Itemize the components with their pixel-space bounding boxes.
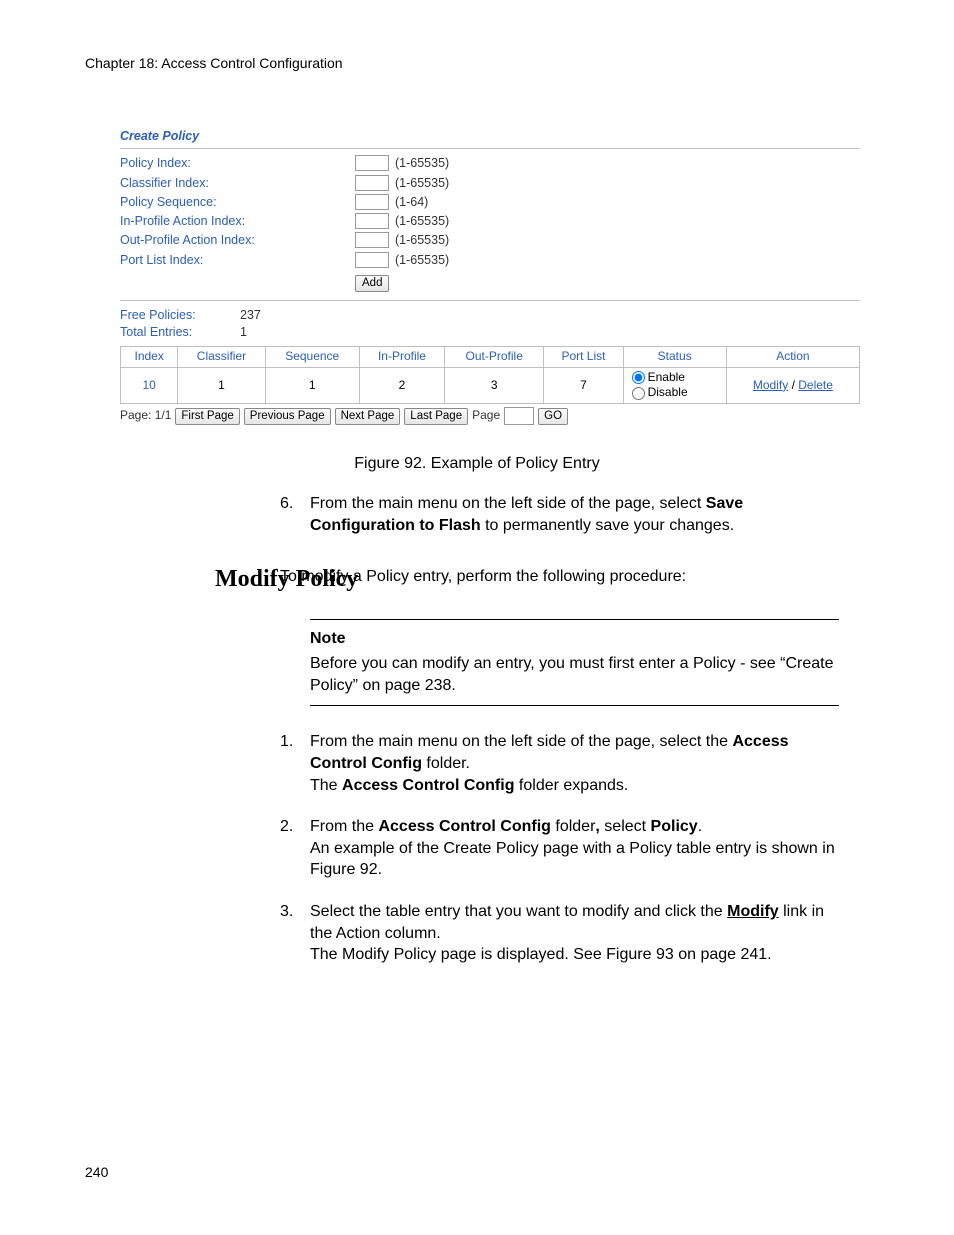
table-header-cell: Action — [726, 347, 859, 368]
cell-classifier: 1 — [178, 367, 265, 403]
cell-status: Enable Disable — [623, 367, 726, 403]
table-header-cell: Sequence — [265, 347, 359, 368]
page-input[interactable] — [504, 407, 534, 425]
step-number: 2. — [280, 816, 310, 881]
form-row: Policy Sequence: (1-64) — [120, 194, 860, 210]
field-input[interactable] — [355, 213, 389, 229]
table-header-cell: Status — [623, 347, 726, 368]
step-number: 1. — [280, 731, 310, 796]
cell-port-list: 7 — [544, 367, 623, 403]
table-header-cell: Classifier — [178, 347, 265, 368]
note-body: Before you can modify an entry, you must… — [310, 653, 839, 698]
form-row: In-Profile Action Index: (1-65535) — [120, 213, 860, 229]
page-word: Page — [472, 408, 500, 424]
next-page-button[interactable]: Next Page — [335, 408, 401, 425]
form-row: Port List Index: (1-65535) — [120, 252, 860, 268]
page-number: 240 — [85, 1164, 108, 1180]
step-text: From the main menu on the left side of t… — [310, 493, 849, 536]
policy-table: IndexClassifierSequenceIn-ProfileOut-Pro… — [120, 346, 860, 404]
go-button[interactable]: GO — [538, 408, 568, 425]
step-text: From the Access Control Config folder, s… — [310, 816, 849, 881]
field-label: Port List Index: — [120, 252, 355, 268]
field-range: (1-65535) — [395, 175, 449, 191]
delete-link[interactable]: Delete — [798, 378, 833, 392]
form-row: Out-Profile Action Index: (1-65535) — [120, 232, 860, 248]
step-text: From the main menu on the left side of t… — [310, 731, 849, 796]
panel-title: Create Policy — [120, 126, 860, 149]
form-row: Policy Index: (1-65535) — [120, 155, 860, 171]
divider — [120, 300, 860, 301]
field-input[interactable] — [355, 194, 389, 210]
last-page-button[interactable]: Last Page — [404, 408, 468, 425]
page-indicator: Page: 1/1 — [120, 408, 171, 424]
field-label: Policy Sequence: — [120, 194, 355, 210]
field-label: Policy Index: — [120, 155, 355, 171]
field-range: (1-65535) — [395, 155, 449, 171]
field-label: In-Profile Action Index: — [120, 213, 355, 229]
cell-out-profile: 3 — [445, 367, 544, 403]
step-text: Select the table entry that you want to … — [310, 901, 849, 966]
status-enable-radio[interactable] — [632, 371, 645, 384]
field-input[interactable] — [355, 232, 389, 248]
field-label: Out-Profile Action Index: — [120, 232, 355, 248]
table-header-cell: Index — [121, 347, 178, 368]
status-disable-radio[interactable] — [632, 387, 645, 400]
modify-link[interactable]: Modify — [753, 378, 788, 392]
chapter-header: Chapter 18: Access Control Configuration — [85, 55, 869, 71]
modify-underlined: Modify — [727, 903, 779, 920]
total-entries-value: 1 — [240, 324, 247, 340]
table-header-row: IndexClassifierSequenceIn-ProfileOut-Pro… — [121, 347, 860, 368]
field-range: (1-65535) — [395, 213, 449, 229]
note-block: Note Before you can modify an entry, you… — [310, 619, 839, 706]
field-range: (1-65535) — [395, 252, 449, 268]
total-entries-label: Total Entries: — [120, 324, 240, 340]
step-number: 3. — [280, 901, 310, 966]
note-title: Note — [310, 628, 839, 650]
figure-caption: Figure 92. Example of Policy Entry — [85, 455, 869, 473]
table-row: 10 1 1 2 3 7 Enable Disable Modify / Del… — [121, 367, 860, 403]
first-page-button[interactable]: First Page — [175, 408, 239, 425]
field-label: Classifier Index: — [120, 175, 355, 191]
cell-sequence: 1 — [265, 367, 359, 403]
table-header-cell: In-Profile — [359, 347, 444, 368]
index-link[interactable]: 10 — [142, 378, 155, 392]
pager: Page: 1/1 First Page Previous Page Next … — [120, 407, 860, 425]
step-number: 6. — [280, 493, 310, 536]
cell-in-profile: 2 — [359, 367, 444, 403]
field-input[interactable] — [355, 175, 389, 191]
field-input[interactable] — [355, 155, 389, 171]
field-input[interactable] — [355, 252, 389, 268]
add-button[interactable]: Add — [355, 275, 389, 292]
table-header-cell: Port List — [544, 347, 623, 368]
table-header-cell: Out-Profile — [445, 347, 544, 368]
field-range: (1-65535) — [395, 232, 449, 248]
form-row: Classifier Index: (1-65535) — [120, 175, 860, 191]
cell-action: Modify / Delete — [726, 367, 859, 403]
previous-page-button[interactable]: Previous Page — [244, 408, 331, 425]
create-policy-form: Policy Index: (1-65535) Classifier Index: (… — [120, 155, 860, 268]
free-policies-label: Free Policies: — [120, 307, 240, 323]
field-range: (1-64) — [395, 194, 428, 210]
create-policy-screenshot: Create Policy Policy Index:(1-65535)Clas… — [120, 126, 860, 425]
modify-policy-intro: To modify a Policy entry, perform the fo… — [280, 566, 869, 588]
free-policies-value: 237 — [240, 307, 261, 323]
